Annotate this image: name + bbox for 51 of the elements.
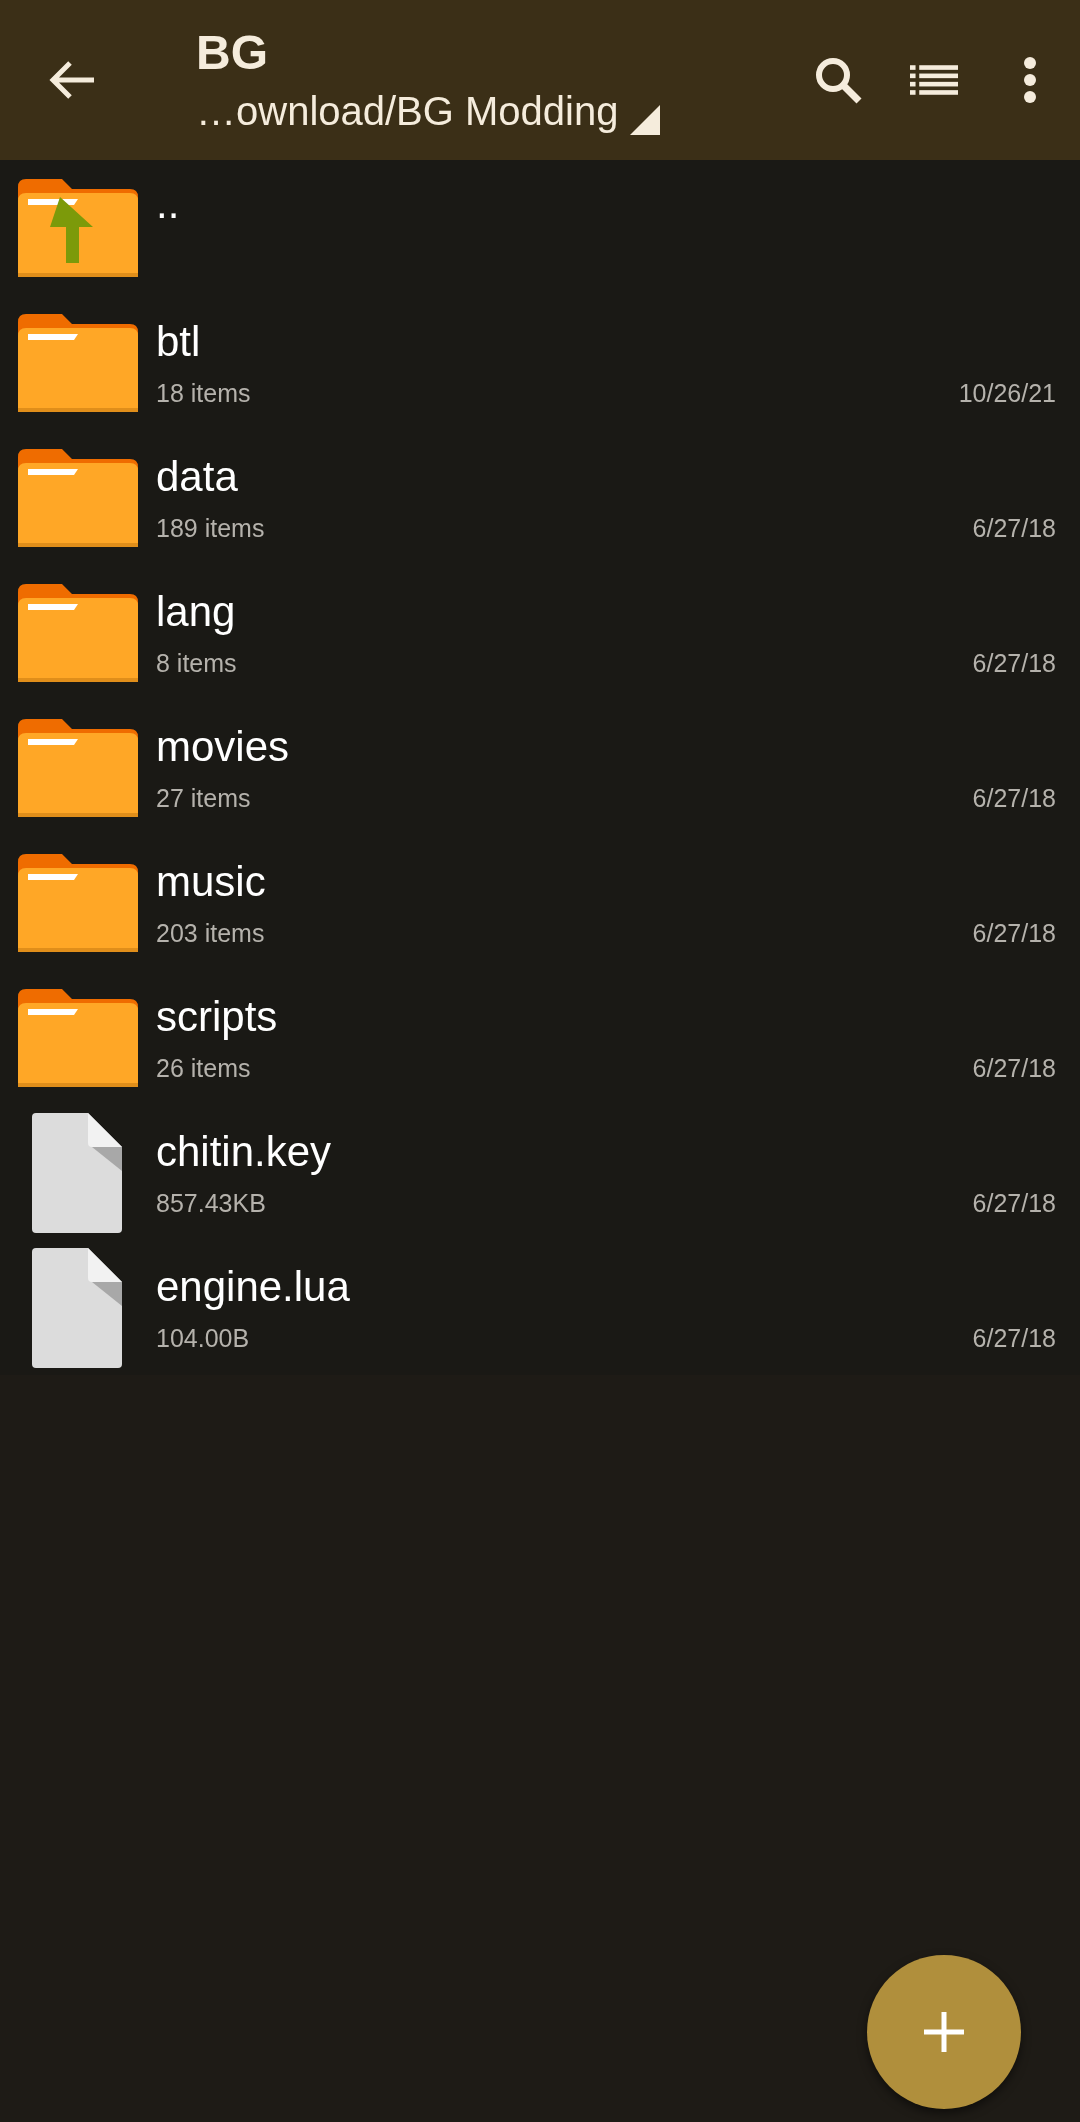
file-row[interactable]: chitin.key 857.43KB 6/27/18 <box>0 1105 1080 1240</box>
file-name: data <box>156 452 239 501</box>
item-count: 26 items <box>156 1052 251 1083</box>
file-icon <box>32 1247 124 1368</box>
file-name: chitin.key <box>156 1127 333 1176</box>
file-icon <box>32 1112 124 1233</box>
dropdown-icon[interactable] <box>630 105 661 135</box>
file-name: engine.lua <box>156 1262 351 1311</box>
modified-date: 6/27/18 <box>972 917 1056 948</box>
folder-icon <box>18 448 138 547</box>
more-icon[interactable] <box>1023 57 1037 103</box>
item-count: 27 items <box>156 782 251 813</box>
folder-title: BG <box>196 25 269 81</box>
plus-icon <box>924 2012 964 2052</box>
file-size: 857.43KB <box>156 1187 266 1218</box>
item-count: 189 items <box>156 512 265 543</box>
folder-row[interactable]: data 189 items 6/27/18 <box>0 430 1080 565</box>
file-name: movies <box>156 722 291 771</box>
modified-date: 6/27/18 <box>972 1322 1056 1353</box>
folder-row[interactable]: lang 8 items 6/27/18 <box>0 565 1080 700</box>
path-text[interactable]: …ownload/BG Modding <box>196 87 619 135</box>
file-name: music <box>156 857 267 906</box>
file-name: .. <box>156 180 181 228</box>
folder-row[interactable]: btl 18 items 10/26/21 <box>0 295 1080 430</box>
list-view-icon[interactable] <box>910 64 958 96</box>
folder-icon <box>18 988 138 1087</box>
file-size: 104.00B <box>156 1322 250 1353</box>
modified-date: 10/26/21 <box>958 377 1056 408</box>
file-name: lang <box>156 587 237 636</box>
file-name: btl <box>156 317 202 366</box>
item-count: 203 items <box>156 917 265 948</box>
modified-date: 6/27/18 <box>972 1052 1056 1083</box>
file-row[interactable]: engine.lua 104.00B 6/27/18 <box>0 1240 1080 1375</box>
modified-date: 6/27/18 <box>972 782 1056 813</box>
folder-icon <box>18 718 138 817</box>
folder-up-icon <box>18 178 138 277</box>
folder-row[interactable]: music 203 items 6/27/18 <box>0 835 1080 970</box>
file-name: scripts <box>156 992 279 1041</box>
modified-date: 6/27/18 <box>972 512 1056 543</box>
folder-icon <box>18 313 138 412</box>
item-count: 8 items <box>156 647 237 678</box>
folder-icon <box>18 853 138 952</box>
folder-row[interactable]: scripts 26 items 6/27/18 <box>0 970 1080 1105</box>
search-icon[interactable] <box>814 56 862 104</box>
back-icon[interactable] <box>48 60 96 100</box>
modified-date: 6/27/18 <box>972 1187 1056 1218</box>
folder-icon <box>18 583 138 682</box>
folder-row[interactable]: .. <box>0 160 1080 295</box>
folder-row[interactable]: movies 27 items 6/27/18 <box>0 700 1080 835</box>
modified-date: 6/27/18 <box>972 647 1056 678</box>
item-count: 18 items <box>156 377 251 408</box>
